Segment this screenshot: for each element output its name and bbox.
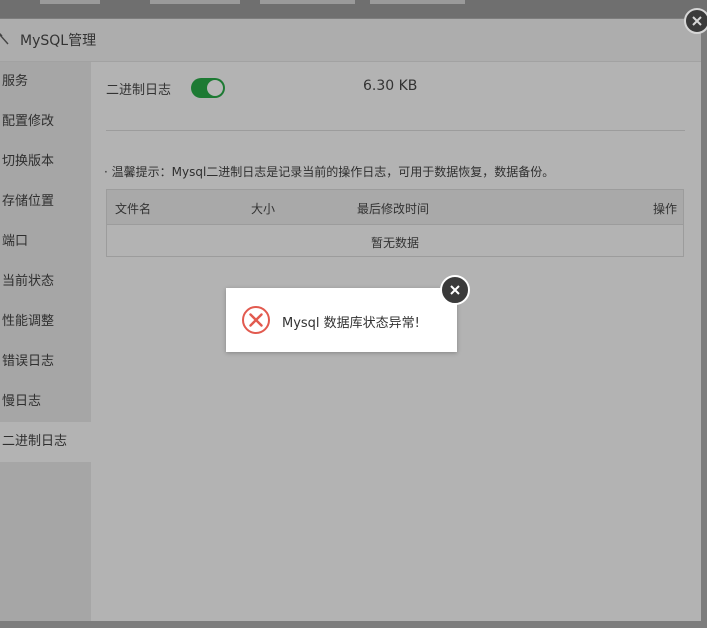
dialog-close-button[interactable] bbox=[684, 8, 707, 34]
table-header: 文件名 大小 最后修改时间 操作 bbox=[107, 190, 683, 225]
error-icon bbox=[242, 306, 270, 334]
column-modified-time: 最后修改时间 bbox=[357, 202, 430, 216]
sidebar-item-switch-version[interactable]: 切换版本 bbox=[0, 142, 91, 182]
background-tab bbox=[150, 0, 240, 4]
table-empty-text: 暂无数据 bbox=[370, 236, 419, 250]
sidebar-item-storage[interactable]: 存储位置 bbox=[0, 182, 91, 222]
sidebar-item-config[interactable]: 配置修改 bbox=[0, 102, 91, 142]
sidebar-item-label: 当前状态 bbox=[2, 274, 55, 289]
sidebar-item-slow-log[interactable]: 慢日志 bbox=[0, 382, 91, 422]
binlog-size: 6.30 KB bbox=[363, 78, 418, 94]
column-filename: 文件名 bbox=[115, 202, 152, 216]
dialog-title: MySQL管理 bbox=[20, 33, 97, 49]
toggle-knob bbox=[207, 80, 223, 96]
sidebar-item-label: 配置修改 bbox=[2, 114, 55, 129]
sidebar-item-label: 性能调整 bbox=[2, 314, 55, 329]
binlog-label: 二进制日志 bbox=[106, 83, 172, 98]
background-tab bbox=[260, 0, 355, 4]
sidebar-item-label: 切换版本 bbox=[2, 154, 55, 169]
sidebar: 服务 配置修改 切换版本 存储位置 端口 当前状态 性能调整 错误日志 慢日志 … bbox=[0, 62, 91, 621]
error-message-toast: Mysql 数据库状态异常! bbox=[226, 288, 457, 352]
sidebar-item-binlog[interactable]: 二进制日志 bbox=[0, 422, 91, 462]
column-actions: 操作 bbox=[653, 202, 678, 216]
sidebar-item-label: 慢日志 bbox=[2, 394, 42, 409]
sidebar-item-service[interactable]: 服务 bbox=[0, 62, 91, 102]
binlog-tip: · 温馨提示：Mysql二进制日志是记录当前的操作日志，可用于数据恢复，数据备份… bbox=[104, 165, 555, 179]
sidebar-item-label: 错误日志 bbox=[2, 354, 55, 369]
close-icon bbox=[692, 16, 702, 26]
background-tab bbox=[40, 0, 100, 4]
binlog-toggle[interactable] bbox=[191, 78, 225, 98]
sidebar-item-performance[interactable]: 性能调整 bbox=[0, 302, 91, 342]
sidebar-item-error-log[interactable]: 错误日志 bbox=[0, 342, 91, 382]
error-message-text: Mysql 数据库状态异常! bbox=[282, 316, 420, 331]
background-tab bbox=[370, 0, 465, 4]
wrench-icon bbox=[0, 33, 9, 45]
sidebar-item-status[interactable]: 当前状态 bbox=[0, 262, 91, 302]
column-size: 大小 bbox=[251, 202, 276, 216]
close-icon bbox=[450, 285, 460, 295]
sidebar-item-label: 服务 bbox=[2, 74, 29, 89]
sidebar-item-port[interactable]: 端口 bbox=[0, 222, 91, 262]
tip-text: 温馨提示：Mysql二进制日志是记录当前的操作日志，可用于数据恢复，数据备份。 bbox=[111, 165, 555, 179]
sidebar-item-label: 二进制日志 bbox=[2, 434, 68, 449]
sidebar-item-label: 端口 bbox=[2, 234, 29, 249]
dialog-header: MySQL管理 bbox=[0, 19, 701, 62]
divider bbox=[106, 130, 685, 131]
sidebar-item-label: 存储位置 bbox=[2, 194, 55, 209]
binlog-table: 文件名 大小 最后修改时间 操作 暂无数据 bbox=[106, 189, 684, 257]
message-close-button[interactable] bbox=[440, 275, 470, 305]
